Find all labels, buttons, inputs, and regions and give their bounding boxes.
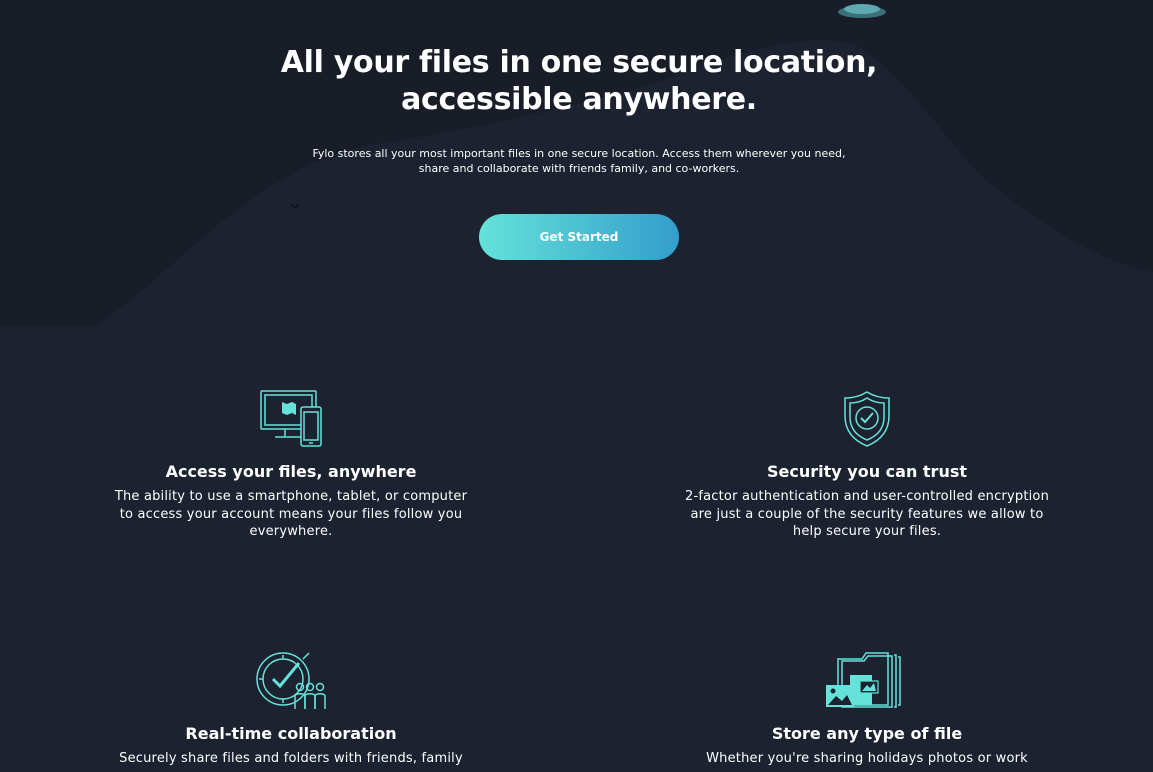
landing-page: All your files in one secure location, a… [0,0,1153,772]
hero-description-line: share and collaborate with friends famil… [418,162,740,175]
feature-description-line: 2-factor authentication and user-control… [684,489,1050,504]
decorative-mark [290,203,300,210]
feature-description-line: help secure your files. [792,524,942,539]
feature-description: Securely share files and folders with fr… [101,750,481,768]
feature-description-line: Whether you're sharing holidays photos o… [706,751,1028,766]
feature-title: Store any type of file [771,724,963,743]
feature-description: Whether you're sharing holidays photos o… [677,750,1057,768]
get-started-button[interactable]: Get Started [479,214,679,260]
feature-description-line: are just a couple of the security featur… [690,506,1044,522]
feature-title: Real-time collaboration [185,724,397,743]
feature-description-line: The ability to use a smartphone, tablet,… [114,489,468,504]
hero-title-line: All your files in one secure location, [280,45,878,80]
feature-title: Security you can trust [767,462,967,481]
hero-description: Fylo stores all your most important file… [0,146,1153,176]
feature-title: Access your files, anywhere [165,462,417,481]
devices-icon [260,390,322,447]
feature-description-line: Securely share files and folders with fr… [119,751,463,766]
collaboration-icon [256,652,326,709]
shield-check-icon [844,391,890,447]
feature-description-line: to access your account means your files … [119,506,463,522]
hero-title-line: accessible anywhere. [401,82,757,117]
feature-description: The ability to use a smartphone, tablet,… [101,488,481,541]
hero-title: All your files in one secure location, a… [0,44,1153,118]
decorative-blob [838,4,886,18]
file-types-icon [826,652,901,708]
feature-description: 2-factor authentication and user-control… [677,488,1057,541]
feature-description-line: everywhere. [249,524,333,539]
hero-description-line: Fylo stores all your most important file… [312,147,846,160]
